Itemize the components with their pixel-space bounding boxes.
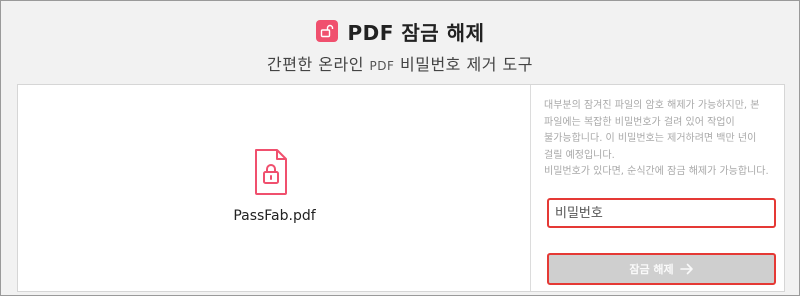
- file-name: PassFab.pdf: [233, 208, 316, 224]
- title-row: PDF 잠금 해제: [1, 15, 799, 47]
- unlock-panel: PassFab.pdf 대부분의 잠겨진 파일의 암호 해제가 가능하지만, 본…: [17, 84, 785, 292]
- page-title: PDF 잠금 해제: [347, 20, 485, 45]
- password-side-panel: 대부분의 잠겨진 파일의 암호 해제가 가능하지만, 본 파일에는 복잡한 비밀…: [531, 85, 784, 291]
- unlock-icon: [315, 20, 338, 42]
- page-header: PDF 잠금 해제 간편한 온라인 PDF 비밀번호 제거 도구: [1, 15, 799, 75]
- subtitle-text: 간편한 온라인: [267, 55, 364, 74]
- subtitle-pdf: PDF: [369, 59, 395, 73]
- unlock-button[interactable]: 잠금 해제: [547, 253, 776, 285]
- password-input[interactable]: [547, 198, 776, 228]
- unlock-button-label: 잠금 해제: [629, 263, 674, 276]
- info-paragraph-2: 비밀번호가 있다면, 순식간에 잠금 해제가 가능합니다.: [544, 166, 769, 177]
- page-subtitle: 간편한 온라인 PDF 비밀번호 제거 도구: [1, 51, 799, 75]
- subtitle-text-end: 비밀번호 제거 도구: [400, 55, 533, 74]
- arrow-right-icon: [679, 263, 694, 275]
- info-paragraph-1: 대부분의 잠겨진 파일의 암호 해제가 가능하지만, 본 파일에는 복잡한 비밀…: [544, 100, 760, 161]
- file-drop-area[interactable]: PassFab.pdf: [18, 85, 531, 291]
- info-text: 대부분의 잠겨진 파일의 암호 해제가 가능하지만, 본 파일에는 복잡한 비밀…: [544, 98, 774, 181]
- pdf-lock-file-icon: [253, 148, 289, 196]
